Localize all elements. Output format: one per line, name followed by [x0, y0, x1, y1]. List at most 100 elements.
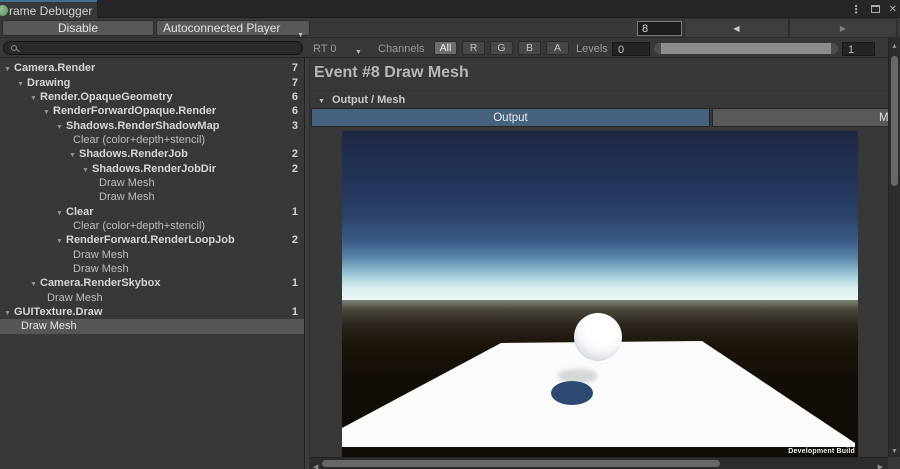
foldout-arrow-icon[interactable]: [4, 62, 14, 74]
render-preview[interactable]: Development Build: [342, 131, 858, 457]
channel-a-button[interactable]: A: [546, 41, 569, 55]
channels-label: Channels: [378, 43, 424, 55]
tree-row-label: Draw Mesh: [47, 292, 103, 304]
scroll-up-icon[interactable]: [891, 39, 898, 51]
kebab-menu-icon[interactable]: [851, 3, 862, 16]
foldout-arrow-icon[interactable]: [17, 77, 27, 89]
window-tab[interactable]: rame Debugger: [0, 0, 97, 18]
tree-row-label: Camera.Render: [14, 62, 95, 74]
tree-row[interactable]: Shadows.RenderShadowMap 3: [0, 118, 304, 132]
tree-row-count: 7: [292, 77, 298, 89]
foldout-arrow-icon[interactable]: [4, 306, 14, 318]
tree-row-count: 2: [292, 148, 298, 160]
horizontal-scrollbar-thumb[interactable]: [322, 460, 720, 467]
tree-row[interactable]: Draw Mesh: [0, 319, 304, 333]
tree-row-label: Draw Mesh: [73, 249, 129, 261]
maximize-icon[interactable]: [871, 5, 880, 13]
tree-row[interactable]: Clear (color+depth+stencil): [0, 219, 304, 233]
tree-row[interactable]: Camera.RenderSkybox 1: [0, 276, 304, 290]
channel-g-button[interactable]: G: [490, 41, 513, 55]
event-title: Event #8 Draw Mesh: [314, 64, 469, 82]
foldout-label: Output / Mesh: [332, 94, 405, 106]
tree-row[interactable]: Render.OpaqueGeometry 6: [0, 90, 304, 104]
chevron-down-icon[interactable]: [355, 45, 362, 57]
tree-row-label: Draw Mesh: [99, 177, 155, 189]
level-max-field[interactable]: 1: [842, 42, 875, 56]
foldout-arrow-icon[interactable]: [56, 206, 66, 218]
levels-label: Levels: [576, 43, 608, 55]
tree-row-label: Draw Mesh: [99, 191, 155, 203]
foldout-arrow-icon[interactable]: [30, 91, 40, 103]
tree-row[interactable]: Draw Mesh: [0, 190, 304, 204]
channel-buttons: All R G B A: [434, 41, 569, 55]
level-min-field[interactable]: 0: [612, 42, 650, 56]
tree-row-count: 2: [292, 234, 298, 246]
rt-dropdown[interactable]: RT 0: [313, 43, 336, 55]
tree-row[interactable]: Draw Mesh: [0, 247, 304, 261]
tree-row-count: 6: [292, 91, 298, 103]
event-detail-panel: Event #8 Draw Mesh Output / Mesh Output …: [310, 58, 888, 457]
tree-row[interactable]: Draw Mesh: [0, 262, 304, 276]
channel-all-button[interactable]: All: [434, 41, 457, 55]
tree-row[interactable]: GUITexture.Draw 1: [0, 305, 304, 319]
tree-row[interactable]: RenderForward.RenderLoopJob 2: [0, 233, 304, 247]
horizontal-scrollbar[interactable]: [310, 457, 888, 469]
event-number-field[interactable]: 8: [637, 21, 682, 36]
tree-row-label: Shadows.RenderJobDir: [92, 163, 216, 175]
detail-tabs: Output Mesh: [311, 108, 888, 127]
foldout-arrow-icon[interactable]: [82, 163, 92, 175]
tree-row[interactable]: Drawing 7: [0, 75, 304, 89]
foldout-arrow-icon[interactable]: [56, 120, 66, 132]
tree-row[interactable]: Camera.Render 7: [0, 61, 304, 75]
disable-button[interactable]: Disable: [2, 20, 154, 36]
tree-row-label: Shadows.RenderShadowMap: [66, 120, 219, 132]
tab-output[interactable]: Output: [311, 108, 710, 127]
channel-r-button[interactable]: R: [462, 41, 485, 55]
player-dropdown[interactable]: Autoconnected Player: [156, 20, 310, 36]
prev-event-button[interactable]: [684, 18, 789, 38]
tree-row[interactable]: Clear 1: [0, 204, 304, 218]
foldout-arrow-icon[interactable]: [69, 148, 79, 160]
search-icon: [11, 45, 17, 51]
tree-row[interactable]: Draw Mesh: [0, 176, 304, 190]
tree-row[interactable]: Shadows.RenderJobDir 2: [0, 161, 304, 175]
foldout-arrow-icon[interactable]: [56, 234, 66, 246]
foldout-arrow-icon[interactable]: [30, 277, 40, 289]
next-event-button[interactable]: [789, 18, 897, 38]
tree-row-label: Shadows.RenderJob: [79, 148, 188, 160]
output-mesh-foldout[interactable]: Output / Mesh: [310, 90, 888, 108]
channel-b-button[interactable]: B: [518, 41, 541, 55]
tab-mesh[interactable]: Mesh: [712, 108, 888, 127]
toolbar: Disable Autoconnected Player 8: [0, 18, 900, 38]
scroll-left-icon[interactable]: [313, 460, 318, 469]
tree-row-count: 1: [292, 277, 298, 289]
tree-row-label: Clear (color+depth+stencil): [73, 220, 205, 232]
scroll-down-icon[interactable]: [891, 444, 898, 456]
event-tree: Camera.Render 7 Drawing 7 Render.OpaqueG…: [0, 58, 304, 469]
sphere-mesh: [574, 313, 622, 361]
scrollbar-corner: [888, 457, 900, 469]
white-plane: [342, 131, 858, 457]
tree-row[interactable]: RenderForwardOpaque.Render 6: [0, 104, 304, 118]
tree-row-count: 6: [292, 105, 298, 117]
tree-row-label: Clear (color+depth+stencil): [73, 134, 205, 146]
tree-row-label: RenderForwardOpaque.Render: [53, 105, 216, 117]
search-input[interactable]: [3, 41, 303, 55]
close-icon[interactable]: [889, 3, 897, 15]
filter-bar: RT 0 Channels All R G B A Levels 0 1: [0, 38, 900, 58]
tree-row[interactable]: Clear (color+depth+stencil): [0, 133, 304, 147]
foldout-arrow-icon[interactable]: [43, 105, 53, 117]
player-dropdown-label: Autoconnected Player: [163, 21, 280, 35]
vertical-scrollbar-thumb[interactable]: [891, 56, 898, 186]
tree-row-label: RenderForward.RenderLoopJob: [66, 234, 235, 246]
vertical-scrollbar[interactable]: [888, 38, 900, 457]
window-controls: [851, 0, 897, 18]
frame-debugger-window: rame Debugger Disable Autoconnected Play…: [0, 0, 900, 469]
tree-row-label: Camera.RenderSkybox: [40, 277, 160, 289]
tree-row[interactable]: Shadows.RenderJob 2: [0, 147, 304, 161]
tree-row[interactable]: Draw Mesh: [0, 291, 304, 305]
scroll-right-icon[interactable]: [878, 460, 883, 469]
sphere-shadow: [551, 381, 593, 405]
foldout-arrow-icon: [318, 94, 325, 106]
levels-range-slider[interactable]: [654, 43, 838, 54]
